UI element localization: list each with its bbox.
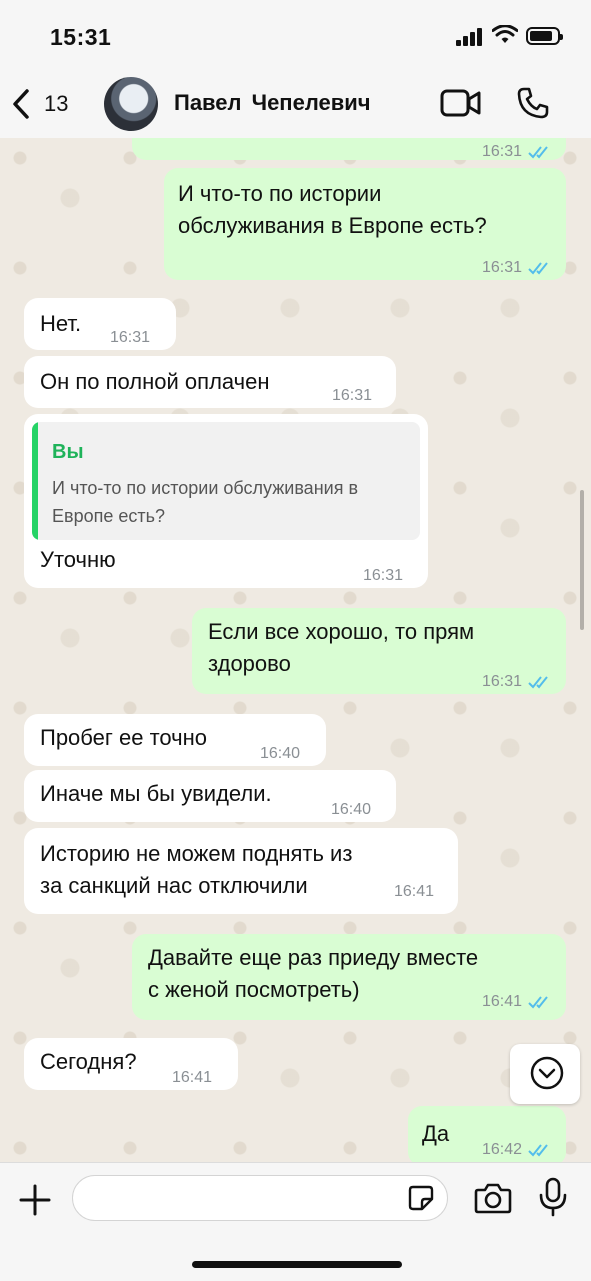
message-text: Иначе мы бы увидели. <box>40 781 272 806</box>
avatar[interactable] <box>104 77 158 131</box>
message-incoming[interactable]: Сегодня? 16:41 <box>24 1038 238 1090</box>
signal-icon <box>456 28 484 46</box>
message-time: 16:41 <box>481 993 522 1010</box>
plus-icon[interactable] <box>18 1183 52 1217</box>
message-meta: 16:31 <box>482 666 552 698</box>
message-outgoing[interactable]: Да 16:42 <box>408 1106 566 1162</box>
message-incoming-reply[interactable]: Вы И что-то по истории обслуживания в Ев… <box>24 414 428 588</box>
message-text: Да <box>422 1121 450 1146</box>
message-text: может? <box>148 138 224 146</box>
message-time: 16:31 <box>481 259 522 276</box>
double-check-icon <box>528 1144 548 1157</box>
chevron-down-icon <box>530 1056 564 1090</box>
message-text: И что-то по истории обслуживания в Европ… <box>178 181 487 238</box>
message-time: 16:42 <box>481 1141 522 1158</box>
message-time: 16:40 <box>331 801 372 818</box>
quote-accent-bar <box>32 422 38 540</box>
phone-icon[interactable] <box>516 86 550 120</box>
video-call-icon[interactable] <box>440 88 482 118</box>
scrollbar[interactable] <box>580 490 584 630</box>
message-incoming[interactable]: Пробег ее точно 16:40 <box>24 714 326 766</box>
quote-author: Вы <box>52 441 84 463</box>
contact-name[interactable]: Павел Чепелевич <box>174 90 371 116</box>
message-incoming[interactable]: Нет. 16:31 <box>24 298 176 350</box>
message-outgoing[interactable]: Если все хорошо, то прям здорово 16:31 <box>192 608 566 694</box>
message-meta: 16:42 <box>482 1134 552 1162</box>
message-text: Пробег ее точно <box>40 725 208 750</box>
message-time: 16:31 <box>110 329 151 346</box>
home-indicator <box>192 1261 402 1268</box>
battery-icon <box>526 27 563 45</box>
message-text: Историю не можем поднять из за санкций н… <box>40 841 353 898</box>
message-meta: 16:31 <box>482 252 552 284</box>
double-check-icon <box>528 262 548 275</box>
camera-icon[interactable] <box>474 1181 512 1215</box>
double-check-icon <box>528 996 548 1009</box>
message-incoming[interactable]: Он по полной оплачен 16:31 <box>24 356 396 408</box>
message-time: 16:31 <box>332 387 373 404</box>
message-text: Давайте еще раз приеду вместе с женой по… <box>148 945 479 1002</box>
message-outgoing[interactable]: И что-то по истории обслуживания в Европ… <box>164 168 566 280</box>
message-composer <box>0 1162 591 1281</box>
message-time: 16:31 <box>481 673 522 690</box>
status-bar: 15:31 <box>0 0 591 70</box>
message-text: Нет. <box>40 311 82 336</box>
message-incoming[interactable]: Историю не можем поднять из за санкций н… <box>24 828 458 914</box>
quoted-message[interactable]: Вы И что-то по истории обслуживания в Ев… <box>32 422 420 540</box>
status-time: 15:31 <box>50 24 112 50</box>
message-incoming[interactable]: Иначе мы бы увидели. 16:40 <box>24 770 396 822</box>
message-time: 16:40 <box>260 745 301 762</box>
double-check-icon <box>528 146 548 159</box>
message-time: 16:31 <box>481 143 522 160</box>
double-check-icon <box>528 676 548 689</box>
microphone-icon[interactable] <box>538 1177 568 1217</box>
message-meta: 16:41 <box>482 986 552 1018</box>
sticker-icon[interactable] <box>408 1185 434 1211</box>
message-time: 16:31 <box>363 567 404 584</box>
wifi-icon <box>492 25 518 43</box>
chat-area[interactable]: может? 16:31 И что-то по истории обслужи… <box>0 138 591 1162</box>
message-text: Если все хорошо, то прям здорово <box>208 619 475 676</box>
message-time: 16:41 <box>172 1069 213 1086</box>
back-button[interactable]: 13 <box>10 86 68 122</box>
scroll-to-bottom-button[interactable] <box>510 1044 580 1104</box>
chat-header: 13 Павел Чепелевич <box>0 70 591 139</box>
message-input[interactable] <box>72 1175 448 1221</box>
quote-text: И что-то по истории обслуживания в Европ… <box>52 478 358 526</box>
message-meta: 16:31 <box>482 138 552 168</box>
message-text: Он по полной оплачен <box>40 369 270 394</box>
message-time: 16:41 <box>394 883 435 900</box>
message-outgoing[interactable]: может? 16:31 <box>132 138 566 160</box>
message-outgoing[interactable]: Давайте еще раз приеду вместе с женой по… <box>132 934 566 1020</box>
message-text: Уточню <box>40 547 116 572</box>
back-chevron-icon <box>13 89 29 119</box>
message-text: Сегодня? <box>40 1049 137 1074</box>
unread-count: 13 <box>44 91 69 116</box>
